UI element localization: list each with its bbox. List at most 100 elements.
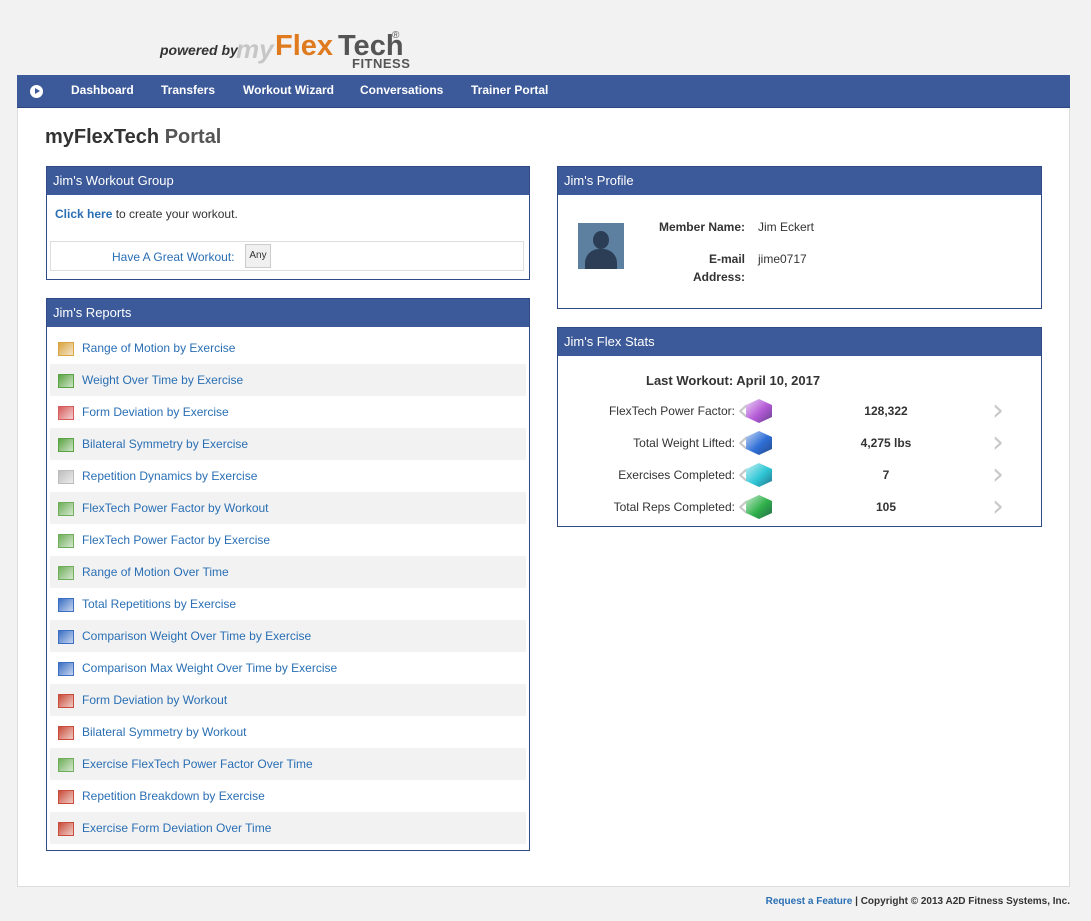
cube-icon (746, 431, 772, 455)
report-link[interactable]: Range of Motion Over Time (82, 556, 229, 588)
grid-chart-icon (58, 726, 74, 740)
workout-group-panel: Jim's Workout Group Click here to create… (46, 166, 530, 280)
create-workout-link[interactable]: Click here (55, 207, 112, 221)
line-chart-icon (58, 566, 74, 580)
chevron-right-icon[interactable]: › (992, 492, 1004, 522)
report-link[interactable]: Repetition Breakdown by Exercise (82, 780, 265, 812)
report-link[interactable]: Repetition Dynamics by Exercise (82, 460, 257, 492)
workout-label: Have A Great Workout: (112, 250, 235, 264)
report-link[interactable]: Form Deviation by Workout (82, 684, 227, 716)
workout-select[interactable]: Any (245, 244, 271, 268)
bar-chart-icon (58, 598, 74, 612)
report-row[interactable]: Range of Motion Over Time (50, 556, 526, 588)
report-link[interactable]: FlexTech Power Factor by Exercise (82, 524, 270, 556)
report-row[interactable]: Exercise Form Deviation Over Time (50, 812, 526, 844)
stat-value: 4,275 lbs (860, 436, 912, 450)
report-row[interactable]: Bilateral Symmetry by Workout (50, 716, 526, 748)
report-row[interactable]: FlexTech Power Factor by Workout (50, 492, 526, 524)
report-link[interactable]: Comparison Weight Over Time by Exercise (82, 620, 311, 652)
email-label-line2: Address: (692, 270, 745, 284)
workout-group-text: Click here to create your workout. (55, 207, 238, 221)
cube-icon (746, 399, 772, 423)
stat-label: FlexTech Power Factor: (608, 404, 735, 418)
stat-label: Exercises Completed: (618, 468, 735, 482)
report-row[interactable]: Comparison Weight Over Time by Exercise (50, 620, 526, 652)
hierarchy-icon (58, 438, 74, 452)
report-link[interactable]: Bilateral Symmetry by Workout (82, 716, 247, 748)
stat-value: 105 (875, 500, 897, 514)
grid-chart-icon (58, 790, 74, 804)
hierarchy-icon (58, 374, 74, 388)
stat-label: Total Weight Lifted: (633, 436, 735, 450)
main-content: myFlexTech Portal Jim's Workout Group Cl… (17, 108, 1070, 887)
member-name-value: Jim Eckert (758, 220, 815, 234)
report-link[interactable]: FlexTech Power Factor by Workout (82, 492, 269, 524)
flex-stats-panel: Jim's Flex Stats Last Workout: April 10,… (557, 327, 1042, 527)
hierarchy-gray-icon (58, 470, 74, 484)
stat-row: FlexTech Power Factor: ‹ 128,322 › (558, 395, 1041, 427)
page-title: myFlexTech Portal (45, 126, 221, 149)
cube-icon (746, 463, 772, 487)
chevron-right-icon[interactable]: › (992, 396, 1004, 426)
report-row[interactable]: Exercise FlexTech Power Factor Over Time (50, 748, 526, 780)
member-name-label: Member Name: (658, 220, 745, 234)
workout-group-row: Have A Great Workout: Any (50, 241, 524, 271)
report-link[interactable]: Exercise Form Deviation Over Time (82, 812, 271, 844)
reports-list: Range of Motion by Exercise Weight Over T… (50, 332, 526, 844)
footer: Request a Feature | Copyright © 2013 A2D… (766, 896, 1070, 907)
report-link[interactable]: Range of Motion by Exercise (82, 332, 235, 364)
line-chart-icon (58, 502, 74, 516)
report-row[interactable]: Comparison Max Weight Over Time by Exerc… (50, 652, 526, 684)
stat-row: Total Weight Lifted: ‹ 4,275 lbs › (558, 427, 1041, 459)
nav-dashboard[interactable]: Dashboard (71, 83, 134, 97)
stat-value: 7 (882, 468, 890, 482)
flex-stats-header: Jim's Flex Stats (558, 328, 1041, 356)
report-row[interactable]: FlexTech Power Factor by Exercise (50, 524, 526, 556)
logo: powered by my Flex Tech ® FITNESS (160, 30, 420, 74)
grid-chart-icon (58, 822, 74, 836)
report-row[interactable]: Form Deviation by Workout (50, 684, 526, 716)
stat-row: Exercises Completed: ‹ 7 › (558, 459, 1041, 491)
last-workout: Last Workout: April 10, 2017 (646, 373, 821, 388)
email-value: jime0717 (758, 252, 807, 266)
report-row[interactable]: Total Repetitions by Exercise (50, 588, 526, 620)
nav-transfers[interactable]: Transfers (161, 83, 215, 97)
report-row[interactable]: Form Deviation by Exercise (50, 396, 526, 428)
workout-group-header: Jim's Workout Group (47, 167, 529, 195)
logo-flex: Flex (275, 30, 334, 62)
report-link[interactable]: Weight Over Time by Exercise (82, 364, 243, 396)
report-row[interactable]: Range of Motion by Exercise (50, 332, 526, 364)
chevron-right-icon[interactable]: › (992, 460, 1004, 490)
report-link[interactable]: Total Repetitions by Exercise (82, 588, 236, 620)
stat-value: 128,322 (864, 404, 908, 418)
logo-fitness: FITNESS (352, 56, 411, 71)
report-row[interactable]: Repetition Breakdown by Exercise (50, 780, 526, 812)
create-workout-text: to create your workout. (115, 207, 238, 221)
reports-panel: Jim's Reports Range of Motion by Exercis… (46, 298, 530, 851)
report-link[interactable]: Comparison Max Weight Over Time by Exerc… (82, 652, 337, 684)
copyright-text: | Copyright © 2013 A2D Fitness Systems, … (852, 896, 1070, 907)
report-link[interactable]: Exercise FlexTech Power Factor Over Time (82, 748, 313, 780)
nav-toggle-icon[interactable] (30, 85, 43, 98)
report-row[interactable]: Weight Over Time by Exercise (50, 364, 526, 396)
logo-powered-by: powered by (160, 42, 238, 58)
chevron-right-icon[interactable]: › (992, 428, 1004, 458)
page-title-main: myFlexTech (45, 126, 160, 148)
nav-conversations[interactable]: Conversations (360, 83, 443, 97)
nav-bar: Dashboard Transfers Workout Wizard Conve… (17, 75, 1070, 108)
grid-chart-icon (58, 694, 74, 708)
bar-chart-icon (58, 662, 74, 676)
nav-workout-wizard[interactable]: Workout Wizard (243, 83, 334, 97)
report-link[interactable]: Form Deviation by Exercise (82, 396, 229, 428)
rom-chart-icon (58, 342, 74, 356)
report-link[interactable]: Bilateral Symmetry by Exercise (82, 428, 248, 460)
report-row[interactable]: Bilateral Symmetry by Exercise (50, 428, 526, 460)
request-feature-link[interactable]: Request a Feature (766, 896, 853, 907)
nav-trainer-portal[interactable]: Trainer Portal (471, 83, 548, 97)
report-row[interactable]: Repetition Dynamics by Exercise (50, 460, 526, 492)
reports-header: Jim's Reports (47, 299, 529, 327)
profile-header: Jim's Profile (558, 167, 1041, 195)
line-chart-icon (58, 758, 74, 772)
profile-panel: Jim's Profile Member Name: Jim Eckert E-… (557, 166, 1042, 309)
logo-registered: ® (392, 30, 400, 41)
